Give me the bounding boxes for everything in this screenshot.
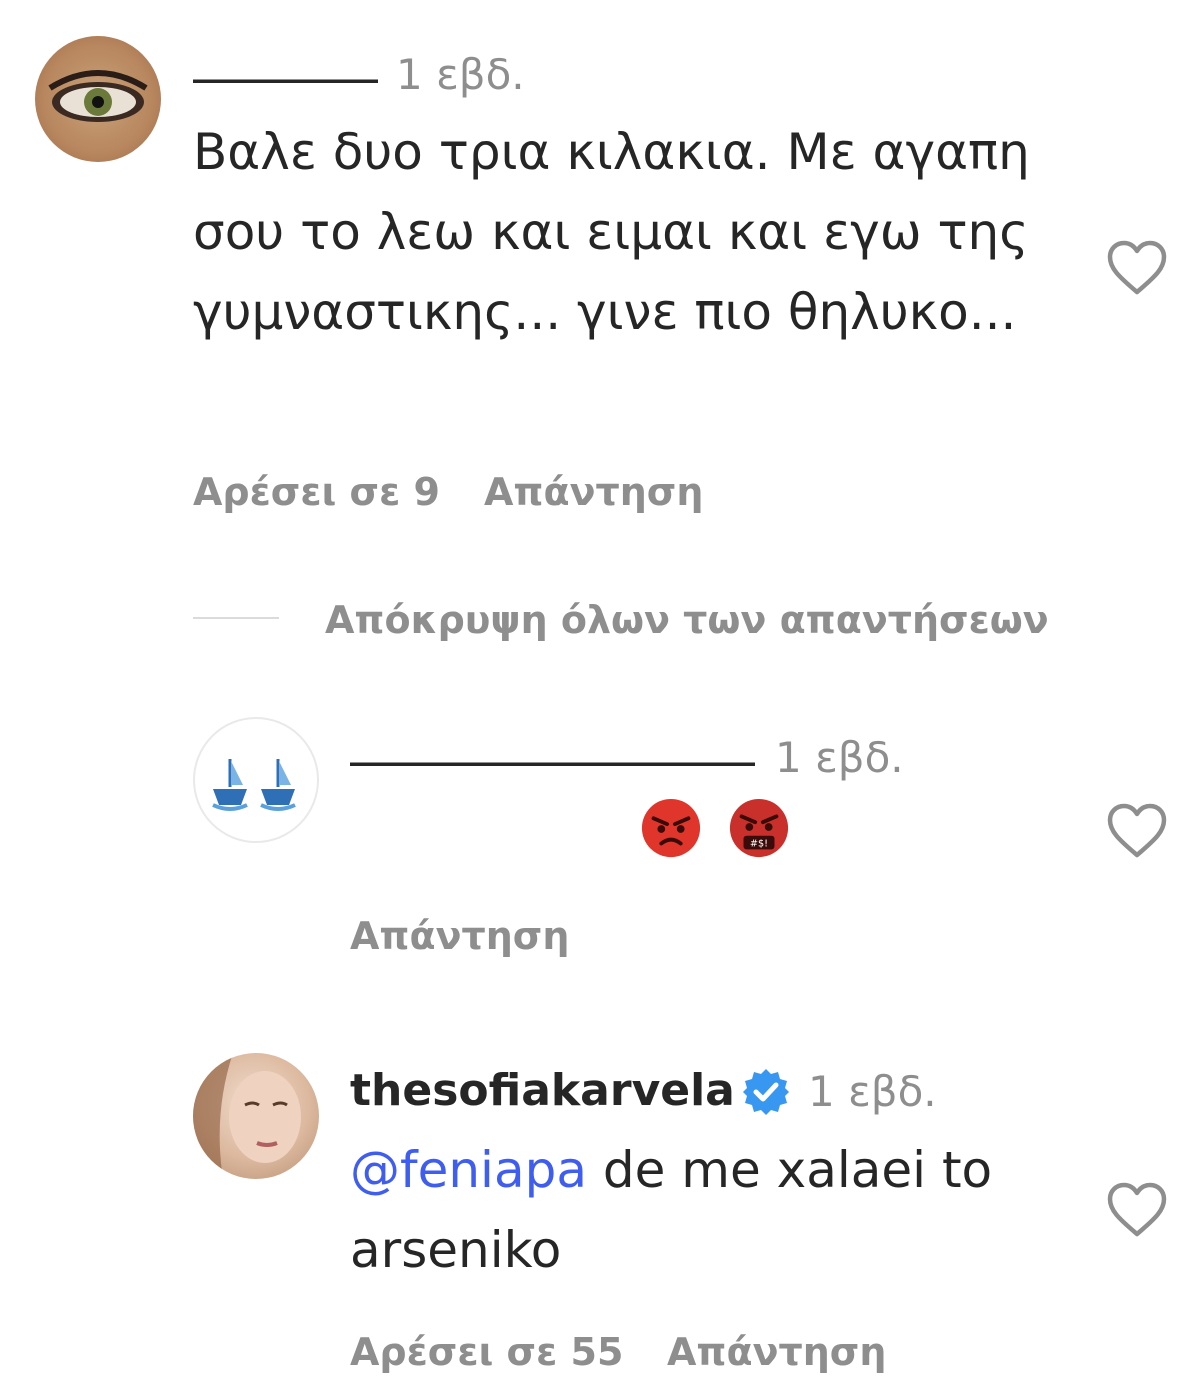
heart-icon — [1107, 1182, 1167, 1237]
verified-badge — [741, 1067, 791, 1121]
reply-button[interactable]: Απάντηση — [667, 1330, 886, 1374]
like-button[interactable] — [1106, 1182, 1168, 1242]
comment-text: Βαλε δυο τρια κιλακια. Με αγαπη σου το λ… — [193, 123, 1030, 341]
reply-button[interactable]: Απάντηση — [350, 914, 569, 958]
reply-button[interactable]: Απάντηση — [484, 470, 703, 514]
divider — [193, 617, 279, 619]
likes-count[interactable]: Αρέσει σε 9 — [193, 470, 440, 514]
avatar[interactable] — [193, 717, 319, 843]
username[interactable] — [350, 735, 755, 785]
avatar[interactable] — [35, 36, 161, 162]
avatar[interactable] — [193, 1053, 319, 1179]
timestamp[interactable]: 1 εβδ. — [396, 50, 525, 99]
hide-replies-button[interactable]: Απόκρυψη όλων των απαντήσεων — [325, 598, 1049, 642]
verified-badge-icon — [743, 1069, 789, 1115]
heart-icon — [1107, 240, 1167, 295]
svg-text:#$!: #$! — [750, 838, 768, 849]
angry-face-with-symbols-emoji-icon: #$! — [729, 798, 789, 858]
username[interactable]: thesofiakarvela — [350, 1065, 735, 1116]
boats-logo-icon — [212, 759, 296, 811]
eye-portrait-icon — [48, 70, 148, 122]
timestamp[interactable]: 1 εβδ. — [808, 1067, 937, 1116]
angry-face-emoji-icon — [641, 798, 701, 858]
username[interactable] — [193, 52, 378, 102]
likes-count[interactable]: Αρέσει σε 55 — [350, 1330, 623, 1374]
timestamp[interactable]: 1 εβδ. — [775, 733, 904, 782]
like-button[interactable] — [1106, 240, 1168, 300]
like-button[interactable] — [1106, 803, 1168, 863]
comment-body: @feniapa de me xalaei to arseniko — [350, 1130, 1090, 1290]
profile-photo-icon — [193, 1053, 301, 1179]
mention-link[interactable]: @feniapa — [350, 1141, 587, 1199]
comment-emojis: #$! — [640, 796, 790, 860]
heart-icon — [1107, 803, 1167, 858]
